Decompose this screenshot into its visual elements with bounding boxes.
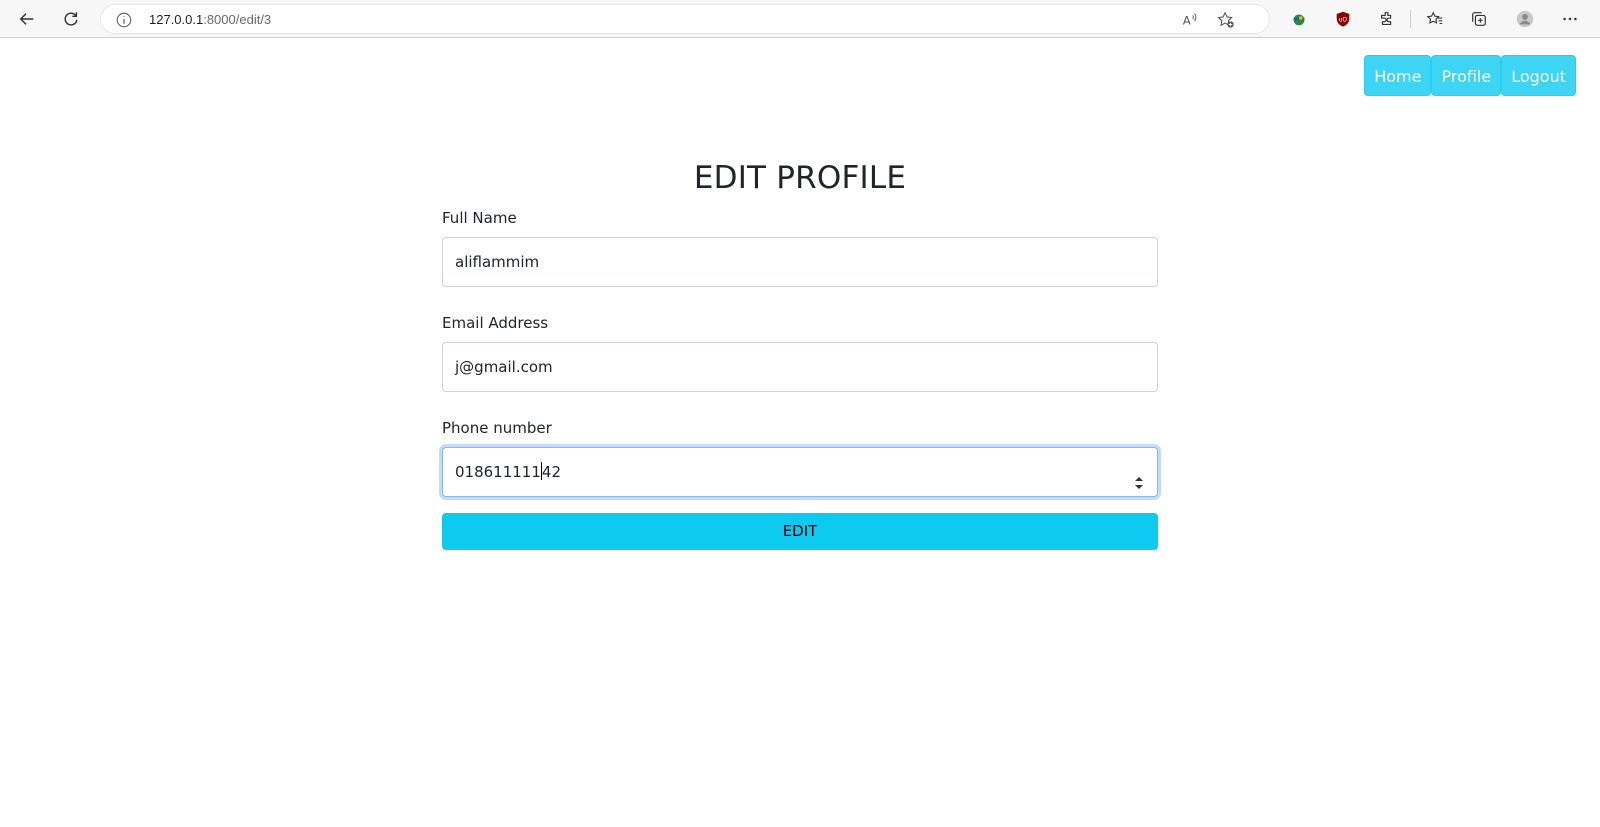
address-bar[interactable]: 127.0.0.1:8000/edit/3 A — [100, 4, 1270, 34]
phone-group: Phone number 01861111142 — [442, 416, 1158, 497]
phone-input[interactable]: 01861111142 — [442, 447, 1158, 497]
extensions-icon[interactable] — [1372, 4, 1402, 34]
fullname-input[interactable]: aliflammim — [442, 237, 1158, 287]
top-nav: Home Profile Logout — [1364, 55, 1576, 96]
email-input[interactable]: j@gmail.com — [442, 342, 1158, 392]
extension-globe-icon[interactable] — [1284, 4, 1314, 34]
edit-submit-button[interactable]: EDIT — [442, 513, 1158, 550]
edit-profile-form: EDIT PROFILE Full Name aliflammim Email … — [442, 150, 1158, 550]
fullname-group: Full Name aliflammim — [442, 206, 1158, 287]
favorites-icon[interactable] — [1420, 4, 1450, 34]
more-icon[interactable] — [1555, 4, 1585, 34]
toolbar-separator — [1410, 10, 1411, 28]
phone-value-start: 018611111 — [455, 463, 541, 481]
favorite-add-icon[interactable] — [1217, 11, 1235, 29]
read-aloud-icon[interactable]: A — [1181, 11, 1199, 29]
back-icon[interactable] — [12, 4, 42, 34]
email-label: Email Address — [442, 314, 549, 332]
refresh-icon[interactable] — [56, 4, 86, 34]
fullname-label: Full Name — [442, 209, 517, 227]
page-title: EDIT PROFILE — [693, 160, 907, 196]
svg-text:A: A — [1183, 14, 1191, 28]
profile-button[interactable]: Profile — [1431, 55, 1502, 96]
number-spinner-icon[interactable] — [1133, 463, 1145, 489]
url-path: :8000/edit/3 — [203, 12, 272, 27]
phone-label: Phone number — [442, 419, 552, 437]
url-text[interactable]: 127.0.0.1:8000/edit/3 — [149, 12, 271, 27]
phone-value-end: 42 — [541, 463, 561, 481]
email-group: Email Address j@gmail.com — [442, 311, 1158, 392]
info-icon[interactable] — [115, 11, 133, 29]
profile-icon[interactable] — [1510, 4, 1540, 34]
logout-button[interactable]: Logout — [1501, 55, 1576, 96]
ublock-icon[interactable]: uO — [1328, 4, 1358, 34]
svg-text:uO: uO — [1339, 18, 1348, 24]
collections-icon[interactable] — [1464, 4, 1494, 34]
fullname-value: aliflammim — [455, 253, 540, 271]
browser-toolbar: 127.0.0.1:8000/edit/3 A uO — [0, 0, 1600, 38]
home-button[interactable]: Home — [1364, 55, 1432, 96]
email-value: j@gmail.com — [455, 358, 553, 376]
url-host: 127.0.0.1 — [149, 12, 204, 27]
